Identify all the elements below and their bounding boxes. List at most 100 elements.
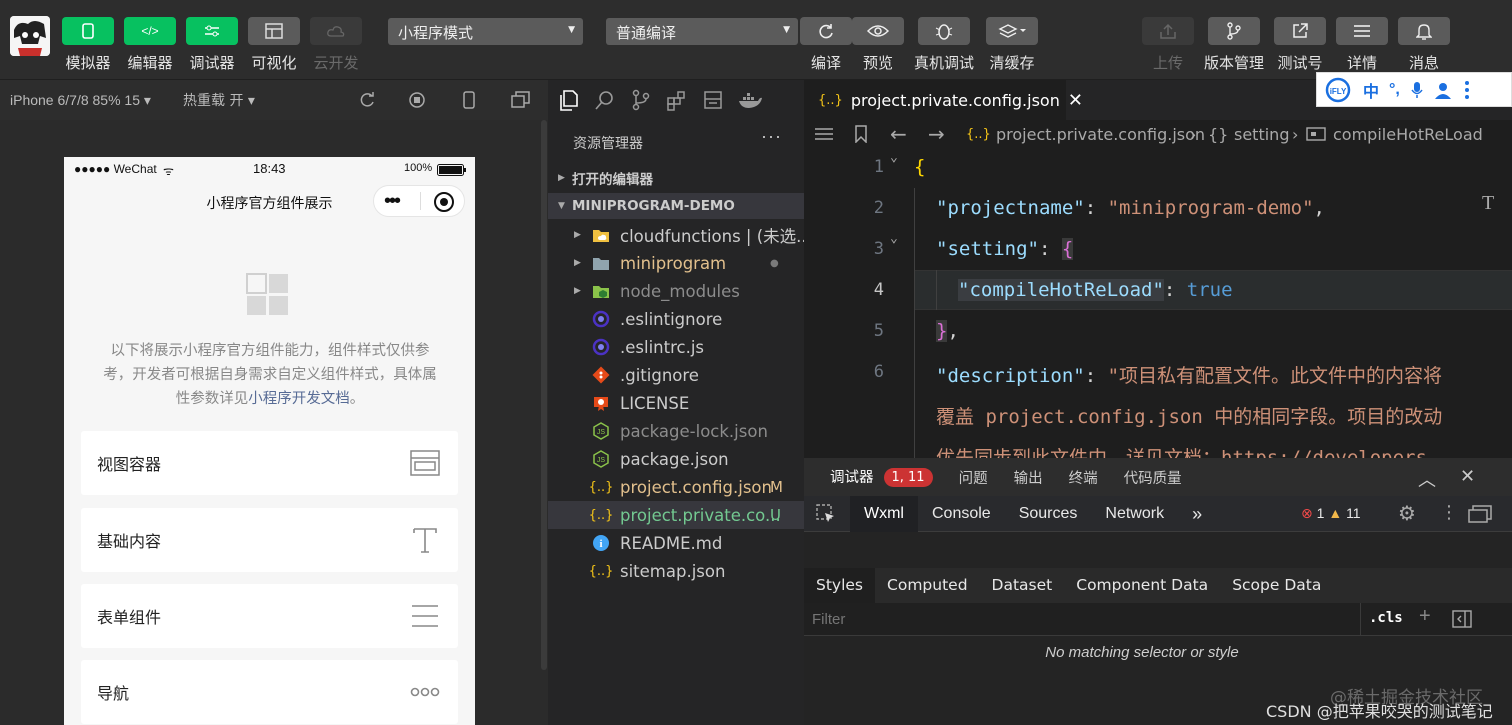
code-editor[interactable]: 1 ⌄ { 2 "projectname": "miniprogram-demo… (804, 148, 1512, 458)
simulator-scrollbar[interactable] (541, 120, 547, 670)
crumb-file[interactable]: project.private.config.json (996, 125, 1205, 144)
phone-icon[interactable] (462, 91, 476, 109)
restart-icon[interactable] (358, 91, 376, 109)
fold-chevron-icon[interactable]: ⌄ (890, 231, 898, 246)
chevron-up-icon[interactable]: ︿ (1418, 466, 1436, 492)
tree-item-node-modules[interactable]: ▶ node_modules (548, 277, 804, 305)
list-icon[interactable] (814, 126, 834, 142)
clear-cache-button[interactable] (986, 17, 1038, 45)
preview-button[interactable] (852, 17, 904, 45)
device-select[interactable]: iPhone 6/7/8 85% 15 ▾ (10, 92, 151, 109)
upload-button[interactable] (1142, 17, 1194, 45)
tree-item-sitemap[interactable]: {..} sitemap.json (548, 557, 804, 585)
tab-dataset[interactable]: Dataset (980, 568, 1065, 603)
fold-chevron-icon[interactable]: ⌄ (890, 150, 898, 165)
compile-button[interactable] (800, 17, 852, 45)
grip-icon[interactable] (1462, 79, 1472, 101)
extensions-icon[interactable] (666, 89, 688, 111)
hot-reload-select[interactable]: 热重载 开 ▾ (183, 90, 255, 110)
card-navigation[interactable]: 导航 (81, 660, 458, 724)
messages-button[interactable] (1398, 17, 1450, 45)
tab-project-private-config[interactable]: {..} project.private.config.json ✕ (804, 80, 1083, 120)
avatar[interactable] (10, 16, 50, 56)
crumb-key[interactable]: compileHotReLoad (1333, 125, 1483, 144)
tree-item-gitignore[interactable]: .gitignore (548, 361, 804, 389)
tab-console[interactable]: Console (918, 496, 1005, 532)
cls-toggle-button[interactable]: .cls (1369, 610, 1403, 626)
detach-window-icon[interactable] (511, 91, 531, 109)
search-icon[interactable] (594, 89, 616, 111)
stop-icon[interactable] (408, 91, 426, 109)
crumb-setting[interactable]: setting (1234, 125, 1289, 144)
tab-sources[interactable]: Sources (1005, 496, 1092, 532)
dock-icon[interactable] (1468, 505, 1492, 523)
files-icon[interactable] (558, 89, 580, 111)
tree-item-cloudfunctions[interactable]: ▶ cloudfunctions | (未选... (548, 221, 812, 249)
tree-item-readme[interactable]: i README.md (548, 529, 804, 557)
microphone-icon[interactable] (1410, 81, 1424, 99)
tree-item-package-json[interactable]: JS package.json (548, 445, 804, 473)
code-line-6-wrap-1: 覆盖 project.config.json 中的相同字段。项目的改动 (936, 406, 1443, 428)
version-mgmt-button[interactable] (1208, 17, 1260, 45)
details-button[interactable] (1336, 17, 1388, 45)
back-arrow-icon[interactable]: ← (890, 122, 907, 146)
more-tabs-icon[interactable]: » (1178, 496, 1216, 532)
tree-item-eslintrc[interactable]: .eslintrc.js (548, 333, 804, 361)
tree-item-license[interactable]: LICENSE (548, 389, 804, 417)
tab-scope-data[interactable]: Scope Data (1220, 568, 1333, 603)
inspect-element-icon[interactable] (816, 503, 836, 524)
card-view-container[interactable]: 视图容器 (81, 431, 458, 495)
filter-input[interactable] (812, 609, 1112, 629)
tree-item-eslintignore[interactable]: .eslintignore (548, 305, 804, 333)
json-icon: {..} (588, 563, 614, 579)
tab-issues[interactable]: 问题 (959, 467, 988, 488)
card-basic-content[interactable]: 基础内容 (81, 508, 458, 572)
cloud-dev-button[interactable] (310, 17, 362, 45)
tab-terminal[interactable]: 终端 (1069, 467, 1098, 488)
storage-icon[interactable] (702, 89, 724, 111)
visualize-toggle-button[interactable] (248, 17, 300, 45)
more-dots-icon[interactable]: ••• (384, 190, 401, 213)
close-target-icon[interactable] (433, 191, 455, 213)
mode-select[interactable]: 小程序模式 ▼ (388, 18, 583, 45)
tab-code-quality[interactable]: 代码质量 (1124, 467, 1182, 488)
user-icon[interactable] (1434, 81, 1452, 99)
docker-icon[interactable] (738, 89, 762, 111)
tab-computed[interactable]: Computed (875, 568, 980, 603)
bookmark-icon[interactable] (854, 125, 868, 143)
simulator-toggle-button[interactable] (62, 17, 114, 45)
tab-wxml[interactable]: Wxml (850, 495, 918, 532)
capsule-menu[interactable]: ••• (373, 185, 465, 217)
settings-gear-icon[interactable]: ⚙ (1398, 501, 1416, 526)
tab-network[interactable]: Network (1091, 496, 1178, 532)
forward-arrow-icon[interactable]: → (928, 122, 945, 146)
dev-docs-link[interactable]: 小程序开发文档 (248, 391, 350, 407)
remote-debug-button[interactable] (918, 17, 970, 45)
punctuation-icon[interactable]: °, (1389, 81, 1400, 99)
sidebar-toggle-icon[interactable] (1452, 610, 1472, 628)
source-control-icon[interactable] (630, 89, 652, 111)
card-form-components[interactable]: 表单组件 (81, 584, 458, 648)
tree-item-package-lock[interactable]: JS package-lock.json (548, 417, 804, 445)
add-style-icon[interactable]: + (1419, 605, 1431, 628)
project-section[interactable]: ▼ MINIPROGRAM-DEMO (548, 193, 804, 219)
kebab-menu-icon[interactable]: ⋮ (1440, 502, 1458, 523)
debugger-toggle-button[interactable] (186, 17, 238, 45)
editor-toggle-button[interactable]: </> (124, 17, 176, 45)
test-account-button[interactable] (1274, 17, 1326, 45)
tree-item-project-config[interactable]: {..} project.config.json M (548, 473, 804, 501)
tab-styles[interactable]: Styles (804, 568, 876, 603)
ifly-ime-toolbar[interactable]: iFLY 中 °, (1316, 72, 1512, 107)
tab-output[interactable]: 输出 (1014, 467, 1043, 488)
tree-item-project-private-config[interactable]: {..} project.private.co... U (548, 501, 804, 529)
tab-component-data[interactable]: Component Data (1064, 568, 1220, 603)
error-counter[interactable]: ⊗ 1 ▲ 11 (1301, 505, 1361, 522)
tree-item-miniprogram[interactable]: ▶ miniprogram ● (548, 249, 804, 277)
compile-mode-select[interactable]: 普通编译 ▼ (606, 18, 798, 45)
close-icon[interactable]: ✕ (1460, 466, 1475, 487)
more-actions-icon[interactable]: ··· (761, 126, 782, 147)
ime-chinese-toggle[interactable]: 中 (1363, 78, 1379, 102)
open-editors-section[interactable]: ▶ 打开的编辑器 (548, 165, 804, 191)
close-icon[interactable]: ✕ (1068, 90, 1083, 111)
tab-debugger[interactable]: 调试器 (830, 457, 874, 498)
